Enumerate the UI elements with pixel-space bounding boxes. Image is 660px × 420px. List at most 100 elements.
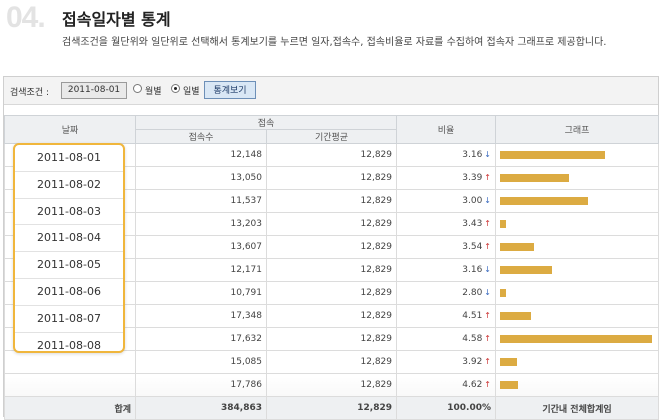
graph-cell [495,166,659,190]
graph-bar [500,197,588,205]
ratio-cell: 3.92 ↑ [396,350,496,374]
ratio-value: 3.43 [462,219,483,229]
date-cell [4,373,136,397]
period-avg-cell: 12,829 [266,189,397,213]
access-count-cell: 12,171 [135,258,267,282]
date-cell [4,350,136,374]
date-input[interactable]: 2011-08-01 [61,82,127,99]
ratio-cell: 4.62 ↑ [396,373,496,397]
date-option[interactable]: 2011-08-02 [15,172,123,199]
graph-bar [500,358,517,366]
arrow-up-icon: ↑ [484,357,491,366]
ratio-value: 4.51 [462,311,483,321]
graph-cell [495,143,659,167]
ratio-cell: 4.58 ↑ [396,327,496,351]
total-avg: 12,829 [266,396,397,420]
access-count-cell: 15,085 [135,350,267,374]
page-header: 04. 접속일자별 통계 검색조건을 월단위와 일단위로 선택해서 통계보기를 … [0,0,660,72]
total-graph-note: 기간내 전체합계임 [495,396,659,420]
graph-cell [495,327,659,351]
period-avg-cell: 12,829 [266,258,397,282]
graph-cell [495,189,659,213]
search-condition-label: 검색조건 : [10,88,50,98]
ratio-cell: 4.51 ↑ [396,304,496,328]
date-option[interactable]: 2011-08-08 [15,333,123,351]
arrow-down-icon: ↓ [484,150,491,159]
graph-cell [495,304,659,328]
graph-cell [495,235,659,259]
ratio-cell: 3.39 ↑ [396,166,496,190]
period-avg-cell: 12,829 [266,235,397,259]
access-count-cell: 17,348 [135,304,267,328]
graph-bar [500,174,570,182]
period-avg-cell: 12,829 [266,350,397,374]
graph-bar [500,243,534,251]
access-count-cell: 11,537 [135,189,267,213]
access-count-cell: 13,050 [135,166,267,190]
header-access: 접속 [135,115,397,130]
period-avg-cell: 12,829 [266,304,397,328]
graph-cell [495,373,659,397]
table-row: 15,085 12,829 3.92 ↑ [4,350,659,374]
header-access-count: 접속수 [135,129,267,144]
period-avg-cell: 12,829 [266,143,397,167]
ratio-cell: 3.43 ↑ [396,212,496,236]
graph-cell [495,281,659,305]
arrow-up-icon: ↑ [484,311,491,320]
arrow-down-icon: ↓ [484,265,491,274]
date-option[interactable]: 2011-08-04 [15,225,123,253]
arrow-up-icon: ↑ [484,173,491,182]
view-stats-button[interactable]: 통계보기 [204,81,256,99]
ratio-cell: 3.16 ↓ [396,143,496,167]
access-count-cell: 13,203 [135,212,267,236]
graph-bar [500,312,531,320]
graph-cell [495,350,659,374]
radio-day[interactable] [171,84,180,93]
total-count: 384,863 [135,396,267,420]
graph-cell [495,258,659,282]
header-period-avg: 기간평균 [266,129,397,144]
period-avg-cell: 12,829 [266,281,397,305]
header-ratio: 비율 [396,115,496,144]
date-option[interactable]: 2011-08-06 [15,279,123,306]
arrow-up-icon: ↑ [484,380,491,389]
access-count-cell: 10,791 [135,281,267,305]
search-bar: 검색조건 : 2011-08-01 월별 일별 통계보기 [4,77,658,105]
period-avg-cell: 12,829 [266,373,397,397]
page-title: 접속일자별 통계 [62,10,171,29]
graph-bar [500,151,605,159]
period-avg-cell: 12,829 [266,212,397,236]
arrow-up-icon: ↑ [484,219,491,228]
date-option[interactable]: 2011-08-03 [15,199,123,226]
radio-day-label: 일별 [183,87,200,97]
graph-bar [500,220,507,228]
ratio-value: 4.62 [462,380,483,390]
radio-month-label: 월별 [145,87,162,97]
graph-bar [500,266,553,274]
graph-bar [500,335,653,343]
access-count-cell: 17,632 [135,327,267,351]
graph-cell [495,212,659,236]
table-row: 17,786 12,829 4.62 ↑ [4,373,659,397]
ratio-value: 3.39 [462,173,483,183]
date-option[interactable]: 2011-08-07 [15,306,123,333]
header-graph: 그래프 [495,115,659,144]
total-row: 합계 384,863 12,829 100.00% 기간내 전체합계임 [4,396,659,420]
ratio-value: 3.92 [462,357,483,367]
radio-month[interactable] [133,84,142,93]
total-ratio: 100.00% [396,396,496,420]
ratio-value: 3.16 [462,150,483,160]
ratio-cell: 3.16 ↓ [396,258,496,282]
arrow-down-icon: ↓ [484,196,491,205]
ratio-value: 3.54 [462,242,483,252]
ratio-value: 3.00 [462,196,483,206]
header-date: 날짜 [4,115,136,144]
date-option[interactable]: 2011-08-05 [15,252,123,279]
arrow-up-icon: ↑ [484,242,491,251]
ratio-cell: 2.80 ↓ [396,281,496,305]
total-label: 합계 [4,396,136,420]
period-avg-cell: 12,829 [266,166,397,190]
date-option[interactable]: 2011-08-01 [15,145,123,172]
date-popup: 2011-08-01 2011-08-02 2011-08-03 2011-08-04… [13,143,125,353]
graph-bar [500,289,507,297]
